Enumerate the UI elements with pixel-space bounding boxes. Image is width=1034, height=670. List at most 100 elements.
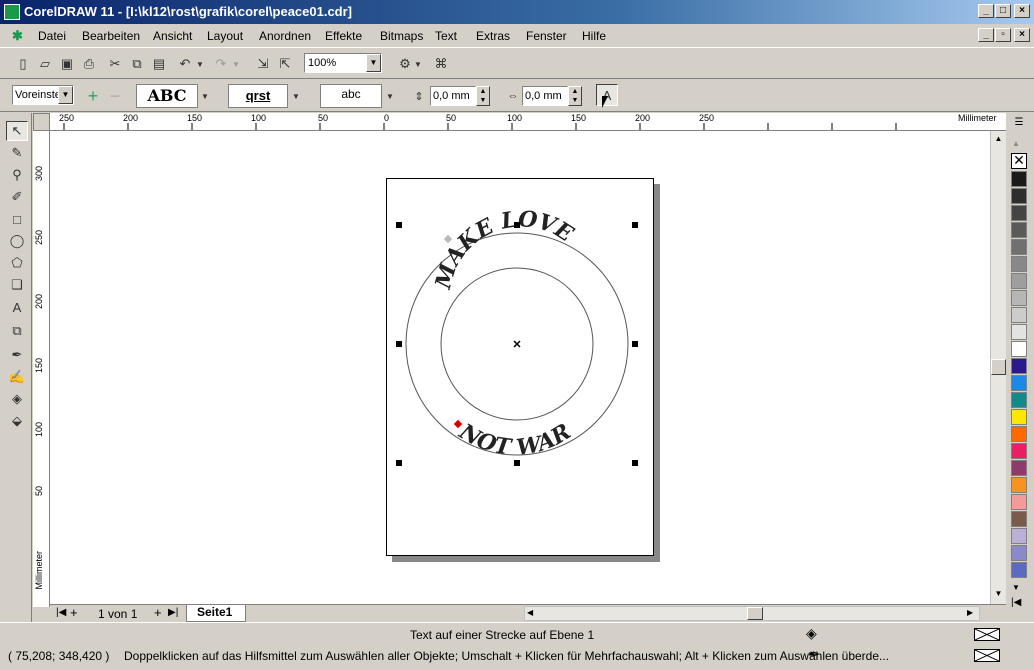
shape-tool-icon[interactable]: ✎ <box>6 143 28 163</box>
menu-anordnen[interactable]: Anordnen <box>259 29 311 43</box>
menu-layout[interactable]: Layout <box>207 29 243 43</box>
menu-extras[interactable]: Extras <box>476 29 510 43</box>
arc-text-bottom[interactable]: NOT WAR <box>454 418 576 461</box>
ruler-origin[interactable] <box>33 113 50 131</box>
doc-restore-button[interactable]: ▫ <box>995 28 1011 42</box>
color-swatch[interactable] <box>1011 239 1027 255</box>
outline-color-indicator[interactable] <box>974 649 1000 662</box>
cut-icon[interactable]: ✂ <box>104 53 126 75</box>
fill-tool-icon[interactable]: ◈ <box>6 389 28 409</box>
last-page-icon[interactable]: ▶| <box>168 607 178 618</box>
save-icon[interactable]: ▣ <box>56 53 78 75</box>
horizontal-scrollbar[interactable]: ◀ ▶ <box>524 606 980 621</box>
vertical-placement-dropdown-icon[interactable]: ▼ <box>289 85 303 107</box>
color-swatch[interactable] <box>1011 545 1027 561</box>
menu-bitmaps[interactable]: Bitmaps <box>380 29 423 43</box>
new-file-icon[interactable]: ▯ <box>12 53 34 75</box>
color-swatch[interactable] <box>1011 307 1027 323</box>
palette-expand-icon[interactable]: |◀ <box>1011 597 1021 608</box>
menu-fenster[interactable]: Fenster <box>526 29 567 43</box>
text-placement-style[interactable]: abc <box>320 84 382 108</box>
text-orientation-style[interactable]: ABC <box>136 84 198 108</box>
scroll-down-icon[interactable]: ▼ <box>991 586 1006 602</box>
interactive-fill-tool-icon[interactable]: ⬙ <box>6 411 28 431</box>
color-swatch[interactable] <box>1011 460 1027 476</box>
color-swatch[interactable] <box>1011 188 1027 204</box>
undo-icon[interactable]: ↶ <box>174 53 196 75</box>
scroll-up-icon[interactable]: ▲ <box>991 131 1006 147</box>
add-preset-icon[interactable]: + <box>82 85 104 107</box>
color-swatch[interactable] <box>1011 409 1027 425</box>
scroll-left-icon[interactable]: ◀ <box>527 608 533 617</box>
color-swatch[interactable] <box>1011 528 1027 544</box>
menu-ansicht[interactable]: Ansicht <box>153 29 192 43</box>
first-page-icon[interactable]: |◀ <box>56 607 66 618</box>
fill-status-icon[interactable]: ◈ <box>806 625 817 642</box>
zoom-level-select[interactable]: 100% ▼ <box>304 53 382 73</box>
horizontal-scroll-thumb[interactable] <box>747 607 763 620</box>
chevron-down-icon[interactable]: ▼ <box>58 86 73 104</box>
color-swatch[interactable] <box>1011 562 1027 578</box>
color-swatch[interactable] <box>1011 273 1027 289</box>
minimize-button[interactable]: _ <box>978 4 994 18</box>
distance-spinner[interactable]: ▲ ▼ <box>476 86 490 106</box>
doc-close-button[interactable]: × <box>1014 28 1030 42</box>
preset-select[interactable]: Voreinste ▼ <box>12 85 74 105</box>
outline-tool-icon[interactable]: ✍ <box>6 367 28 387</box>
vertical-ruler[interactable]: 300 250 200 150 100 50 Millimeter <box>33 131 50 607</box>
color-swatch[interactable] <box>1011 290 1027 306</box>
text-start-handle[interactable] <box>453 419 463 429</box>
color-swatch[interactable] <box>1011 426 1027 442</box>
color-swatch[interactable] <box>1011 341 1027 357</box>
paste-icon[interactable]: ▤ <box>148 53 170 75</box>
fill-color-indicator[interactable] <box>974 628 1000 641</box>
document-icon[interactable]: ✱ <box>12 28 23 44</box>
undo-dropdown-icon[interactable]: ▼ <box>194 53 206 75</box>
add-page-after-icon[interactable]: + <box>154 605 162 620</box>
text-placement-dropdown-icon[interactable]: ▼ <box>383 85 397 107</box>
color-swatch[interactable] <box>1011 222 1027 238</box>
rectangle-tool-icon[interactable]: □ <box>6 209 28 229</box>
horizontal-ruler[interactable]: 250 200 150 100 50 0 50 100 150 200 250 … <box>50 113 1006 131</box>
scroll-right-icon[interactable]: ▶ <box>967 608 973 617</box>
polygon-tool-icon[interactable]: ⬠ <box>6 253 28 273</box>
color-swatch[interactable] <box>1011 511 1027 527</box>
distance-from-path-input[interactable]: 0,0 mm <box>430 86 476 106</box>
ellipse-tool-icon[interactable]: ◯ <box>6 231 28 251</box>
redo-icon[interactable]: ↷ <box>210 53 232 75</box>
color-swatch[interactable] <box>1011 256 1027 272</box>
corel-online-icon[interactable]: ⌘ <box>430 53 452 75</box>
menu-text[interactable]: Text <box>435 29 457 43</box>
drawing-canvas[interactable]: MAKE LOVE NOT WAR <box>50 131 990 604</box>
horizontal-offset-input[interactable]: 0,0 mm <box>522 86 568 106</box>
palette-flyout-icon[interactable]: ☰ <box>1010 117 1028 131</box>
maximize-button[interactable]: □ <box>995 4 1011 18</box>
color-swatch[interactable] <box>1011 494 1027 510</box>
interactive-blend-tool-icon[interactable]: ⧉ <box>6 321 28 341</box>
add-page-before-icon[interactable]: + <box>70 605 78 620</box>
color-swatch[interactable] <box>1011 443 1027 459</box>
text-tool-icon[interactable]: A <box>6 297 28 317</box>
color-swatch[interactable] <box>1011 375 1027 391</box>
vertical-scrollbar[interactable]: ▲ ▼ <box>990 131 1006 604</box>
palette-scroll-down-icon[interactable]: ▼ <box>1012 583 1020 592</box>
menu-effekte[interactable]: Effekte <box>325 29 362 43</box>
color-swatch[interactable] <box>1011 171 1027 187</box>
color-swatch[interactable] <box>1011 324 1027 340</box>
eyedropper-tool-icon[interactable]: ✒ <box>6 345 28 365</box>
vertical-scroll-thumb[interactable] <box>991 359 1006 375</box>
chevron-down-icon[interactable]: ▼ <box>366 54 381 72</box>
pick-tool-icon[interactable]: ↖ <box>6 121 28 141</box>
page-tab-seite1[interactable]: Seite1 <box>186 605 246 622</box>
copy-icon[interactable]: ⧉ <box>126 53 148 75</box>
palette-scroll-up-icon[interactable]: ▲ <box>1012 139 1020 148</box>
rotation-handle[interactable] <box>443 234 453 244</box>
menu-hilfe[interactable]: Hilfe <box>582 29 606 43</box>
color-swatch[interactable] <box>1011 205 1027 221</box>
menu-bearbeiten[interactable]: Bearbeiten <box>82 29 140 43</box>
import-icon[interactable]: ⇲ <box>252 53 274 75</box>
menu-datei[interactable]: Datei <box>38 29 66 43</box>
basic-shapes-tool-icon[interactable]: ❏ <box>6 275 28 295</box>
vertical-placement-style[interactable]: qrst <box>228 84 288 108</box>
offset-spinner[interactable]: ▲ ▼ <box>568 86 582 106</box>
